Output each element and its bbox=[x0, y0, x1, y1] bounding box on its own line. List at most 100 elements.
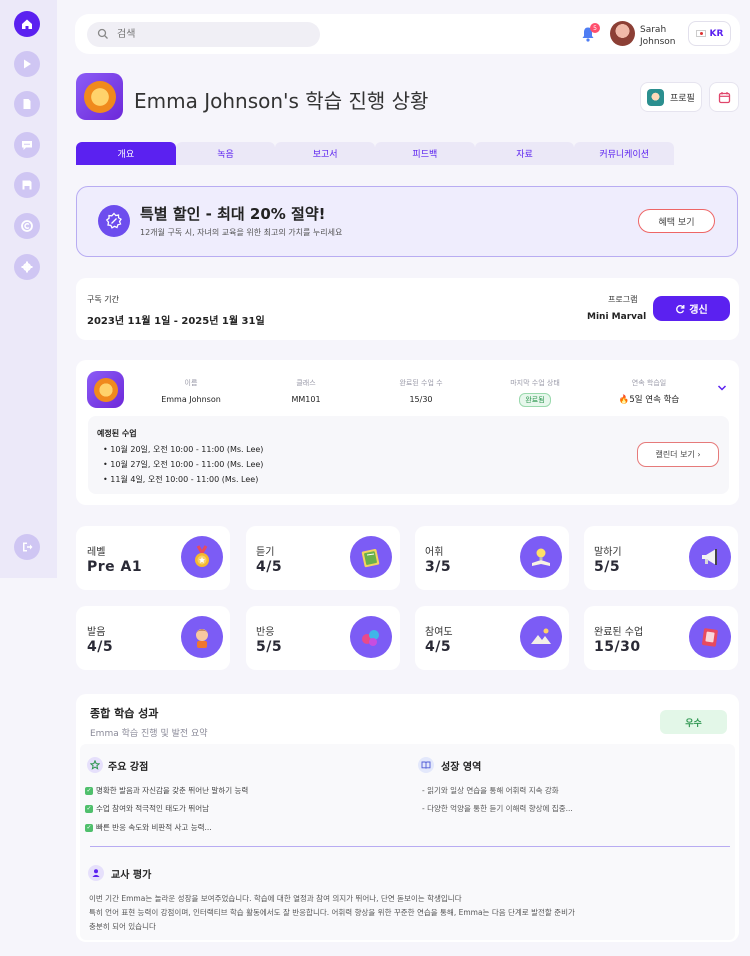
user-name[interactable]: Sarah Johnson bbox=[640, 24, 688, 48]
tab-bar: 개요 녹음 보고서 피드백 자료 커뮤니케이션 bbox=[76, 142, 675, 165]
tab-feedback[interactable]: 피드백 bbox=[375, 142, 475, 165]
view-calendar-button[interactable]: 캘린더 보기 › bbox=[637, 442, 719, 467]
profile-label: 프로필 bbox=[670, 93, 695, 104]
growth-item: - 읽기와 일상 연습을 통해 어휘력 지속 강화 bbox=[422, 786, 559, 795]
strength-text: 명확한 발음과 자신감을 갖춘 뛰어난 말하기 능력 bbox=[96, 786, 249, 795]
view-benefits-button[interactable]: 혜택 보기 bbox=[638, 209, 715, 233]
calendar-icon bbox=[718, 91, 730, 103]
schedule-item: • 10월 27일, 오전 10:00 - 11:00 (Ms. Lee) bbox=[103, 460, 264, 469]
search-bar[interactable] bbox=[87, 22, 320, 47]
col-class-header: 클래스 bbox=[296, 379, 316, 387]
stat-value: 4/5 bbox=[256, 559, 283, 575]
tab-reports[interactable]: 보고서 bbox=[275, 142, 376, 165]
notebook-icon bbox=[689, 616, 731, 658]
stat-value: 5/5 bbox=[256, 639, 283, 655]
stat-value: 4/5 bbox=[425, 639, 452, 655]
student-class: MM101 bbox=[291, 395, 321, 404]
schedule-item-text: 11월 4일, 오전 10:00 - 11:00 (Ms. Lee) bbox=[110, 475, 259, 484]
page-title: Emma Johnson's 학습 진행 상황 bbox=[134, 89, 429, 113]
settings-icon[interactable] bbox=[14, 254, 40, 280]
megaphone-icon bbox=[689, 536, 731, 578]
check-icon: ✓ bbox=[85, 823, 93, 832]
stat-value: 15/30 bbox=[594, 639, 641, 655]
period-value: 2023년 11월 1일 - 2025년 1월 31일 bbox=[87, 316, 265, 327]
schedule-item-text: 10월 20일, 오전 10:00 - 11:00 (Ms. Lee) bbox=[110, 445, 264, 454]
renew-button[interactable]: 갱신 bbox=[653, 296, 730, 321]
status-badge: 완료됨 bbox=[519, 393, 551, 407]
stat-label: 어휘 bbox=[425, 547, 444, 558]
col-name-header: 이름 bbox=[184, 379, 198, 387]
language-button[interactable]: KR bbox=[688, 21, 731, 46]
teacher-title: 교사 평가 bbox=[111, 870, 152, 881]
medal-icon bbox=[181, 536, 223, 578]
summary-subtitle: Emma 학습 진행 및 발전 요약 bbox=[90, 729, 208, 739]
copyright-icon[interactable] bbox=[14, 213, 40, 239]
search-icon bbox=[97, 28, 108, 39]
tab-communication[interactable]: 커뮤니케이션 bbox=[574, 142, 675, 165]
program-label: 프로그램 bbox=[608, 295, 638, 304]
book-open-icon bbox=[418, 757, 434, 773]
chevron-down-icon[interactable] bbox=[717, 384, 727, 392]
stat-card-listening: 듣기 4/5 bbox=[246, 526, 400, 590]
document-icon[interactable] bbox=[14, 91, 40, 117]
logout-icon[interactable] bbox=[14, 534, 40, 560]
lightbulb-icon bbox=[520, 536, 562, 578]
landscape-icon bbox=[520, 616, 562, 658]
schedule-title: 예정된 수업 bbox=[97, 429, 137, 438]
stat-value: 5/5 bbox=[594, 559, 621, 575]
lion-icon bbox=[93, 377, 118, 402]
refresh-icon bbox=[676, 304, 685, 313]
chat-icon[interactable] bbox=[14, 132, 40, 158]
tab-overview[interactable]: 개요 bbox=[76, 142, 176, 165]
save-icon[interactable] bbox=[14, 172, 40, 198]
streak-text: 5일 연속 학습 bbox=[629, 395, 680, 405]
strength-item: ✓ 빠른 반응 속도와 비판적 사고 능력... bbox=[85, 822, 212, 833]
stat-card-pronunciation: 발음 4/5 bbox=[76, 606, 230, 670]
profile-avatar-icon bbox=[647, 88, 664, 106]
lion-icon bbox=[83, 80, 116, 113]
period-label: 구독 기간 bbox=[87, 295, 119, 304]
stat-label: 듣기 bbox=[256, 547, 275, 558]
strength-text: 빠른 반응 속도와 비판적 사고 능력... bbox=[96, 823, 212, 832]
strengths-title: 주요 강점 bbox=[108, 762, 149, 773]
stat-card-participation: 참여도 4/5 bbox=[415, 606, 569, 670]
stat-label: 완료된 수업 bbox=[594, 627, 644, 638]
schedule-item: • 11월 4일, 오전 10:00 - 11:00 (Ms. Lee) bbox=[103, 475, 259, 484]
check-icon: ✓ bbox=[85, 804, 93, 813]
star-icon bbox=[87, 757, 103, 773]
paint-icon bbox=[350, 616, 392, 658]
user-icon bbox=[88, 865, 104, 881]
language-label: KR bbox=[709, 28, 724, 39]
stat-value: Pre A1 bbox=[87, 559, 143, 575]
teacher-comment-line: 이번 기간 Emma는 놀라운 성장을 보여주었습니다. 학습에 대한 열정과 … bbox=[89, 894, 462, 903]
book-icon bbox=[350, 536, 392, 578]
promo-title: 특별 할인 - 최대 20% 절약! bbox=[140, 205, 326, 223]
divider bbox=[90, 846, 730, 847]
stat-card-completed-lessons: 완료된 수업 15/30 bbox=[584, 606, 738, 670]
flag-icon bbox=[695, 30, 706, 37]
col-status-header: 마지막 수업 상태 bbox=[510, 379, 560, 387]
student-completed: 15/30 bbox=[409, 395, 433, 404]
discount-icon bbox=[98, 205, 130, 237]
home-icon[interactable] bbox=[14, 11, 40, 37]
stat-label: 레벨 bbox=[87, 547, 106, 558]
stat-label: 말하기 bbox=[594, 547, 622, 558]
tab-materials[interactable]: 자료 bbox=[474, 142, 575, 165]
fire-icon: 🔥 bbox=[618, 395, 630, 405]
stat-label: 발음 bbox=[87, 627, 106, 638]
child-icon bbox=[181, 616, 223, 658]
calendar-button[interactable] bbox=[709, 82, 739, 112]
avatar[interactable] bbox=[610, 21, 635, 46]
profile-button[interactable]: 프로필 bbox=[640, 82, 702, 112]
promo-subtitle: 12개월 구독 시, 자녀의 교육을 위한 최고의 가치를 누리세요 bbox=[140, 228, 343, 237]
tab-recordings[interactable]: 녹음 bbox=[175, 142, 276, 165]
search-input[interactable] bbox=[117, 26, 307, 43]
growth-title: 성장 영역 bbox=[441, 762, 482, 773]
stat-card-level: 레벨 Pre A1 bbox=[76, 526, 230, 590]
student-avatar bbox=[76, 73, 123, 120]
schedule-item: • 10월 20일, 오전 10:00 - 11:00 (Ms. Lee) bbox=[103, 445, 264, 454]
stat-card-vocabulary: 어휘 3/5 bbox=[415, 526, 569, 590]
renew-label: 갱신 bbox=[689, 305, 708, 316]
student-name: Emma Johnson bbox=[161, 395, 221, 404]
play-icon[interactable] bbox=[14, 51, 40, 77]
